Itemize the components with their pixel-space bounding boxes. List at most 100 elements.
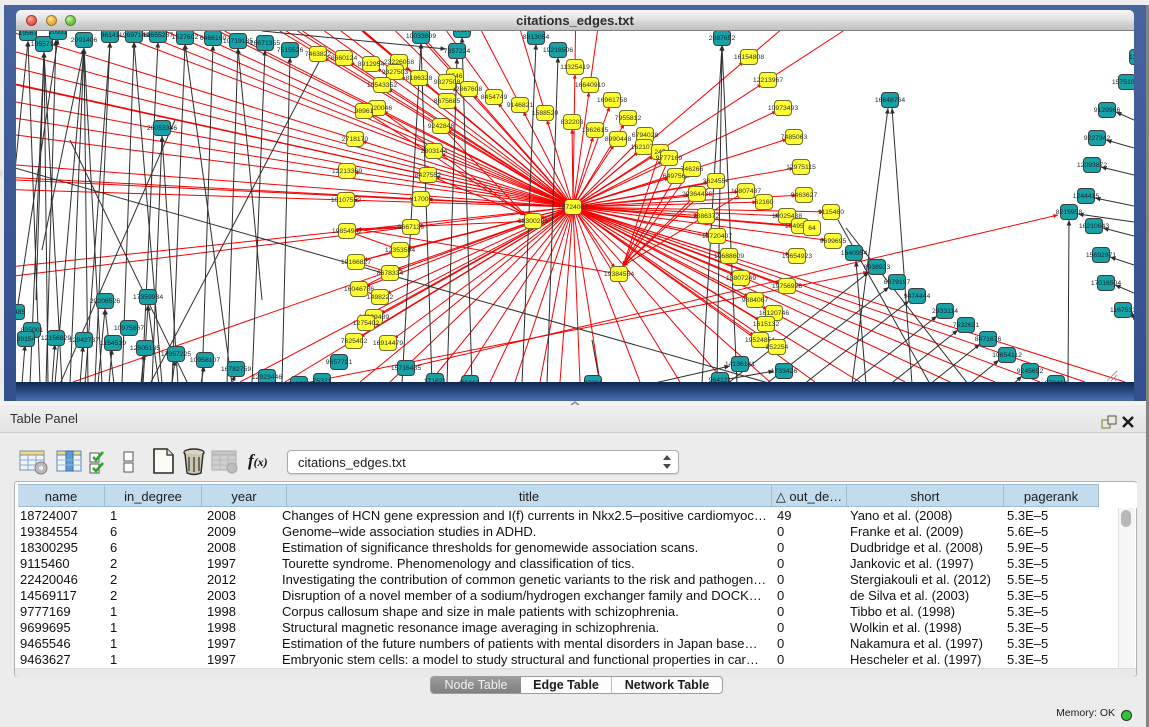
svg-text:11485: 11485: [16, 309, 25, 316]
svg-text:10688609: 10688609: [714, 253, 744, 260]
svg-text:7485063: 7485063: [781, 134, 808, 141]
svg-text:7515526: 7515526: [277, 47, 304, 54]
svg-text:9463627: 9463627: [791, 192, 818, 199]
svg-text:62160: 62160: [755, 199, 774, 206]
svg-text:1498222: 1498222: [367, 294, 394, 301]
svg-text:19854942: 19854942: [332, 228, 362, 235]
svg-text:16210643: 16210643: [1079, 223, 1109, 230]
svg-text:8938923: 8938923: [864, 264, 891, 271]
svg-text:7632621: 7632621: [953, 322, 980, 329]
svg-text:19166827: 19166827: [341, 259, 371, 266]
svg-text:8186328: 8186328: [406, 75, 433, 82]
svg-text:2087652: 2087652: [709, 35, 736, 42]
svg-text:9115460: 9115460: [818, 209, 844, 216]
svg-text:252254: 252254: [766, 344, 789, 351]
svg-text:171621: 171621: [424, 378, 447, 382]
svg-text:8678334: 8678334: [377, 270, 404, 277]
svg-text:9146821: 9146821: [507, 102, 534, 109]
svg-text:19384554: 19384554: [604, 271, 634, 278]
svg-text:1055714: 1055714: [31, 41, 58, 48]
svg-text:18807249: 18807249: [726, 275, 756, 282]
svg-text:8215958: 8215958: [1056, 209, 1083, 216]
svg-text:10654112: 10654112: [992, 352, 1022, 359]
svg-text:2933114: 2933114: [932, 308, 958, 315]
svg-text:9657791: 9657791: [326, 359, 353, 366]
svg-text:10543352: 10543352: [367, 82, 397, 89]
svg-text:7955812: 7955812: [615, 115, 642, 122]
svg-text:10033809: 10033809: [406, 33, 436, 40]
svg-text:8427552: 8427552: [415, 172, 442, 179]
svg-text:9777169: 9777169: [656, 155, 683, 162]
svg-text:96141: 96141: [101, 32, 120, 39]
svg-text:18300295: 18300295: [518, 218, 548, 225]
svg-text:832203: 832203: [561, 119, 584, 126]
svg-text:19756928: 19756928: [772, 283, 802, 290]
svg-text:10655287: 10655287: [143, 32, 173, 39]
svg-text:20931: 20931: [49, 31, 68, 36]
svg-text:12213967: 12213967: [753, 77, 783, 84]
svg-text:17016504: 17016504: [1091, 280, 1121, 287]
svg-text:9474444: 9474444: [904, 293, 931, 300]
svg-text:9242848: 9242848: [428, 123, 455, 130]
svg-text:87231: 87231: [584, 380, 603, 382]
svg-text:19567: 19567: [19, 31, 38, 37]
svg-text:18724007: 18724007: [558, 204, 588, 211]
svg-text:10807487: 10807487: [731, 188, 761, 195]
svg-text:20206526: 20206526: [90, 298, 120, 305]
svg-text:3624554: 3624554: [703, 178, 730, 185]
svg-text:9884067: 9884067: [742, 297, 769, 304]
svg-text:1588520: 1588520: [532, 110, 559, 117]
svg-text:10958107: 10958107: [190, 357, 220, 364]
svg-text:8912954: 8912954: [358, 61, 385, 68]
svg-text:20364436: 20364436: [682, 191, 712, 198]
svg-text:85113: 85113: [453, 31, 472, 34]
svg-text:10107552: 10107552: [331, 197, 361, 204]
svg-text:9327503: 9327503: [382, 69, 409, 76]
svg-text:64: 64: [808, 225, 816, 232]
svg-text:17359934: 17359934: [133, 294, 163, 301]
svg-text:8667130: 8667130: [398, 224, 425, 231]
svg-text:7886372: 7886372: [693, 213, 720, 220]
svg-text:19654923: 19654923: [782, 253, 812, 260]
svg-text:15720407: 15720407: [702, 233, 732, 240]
svg-text:16648764: 16648764: [875, 97, 905, 104]
svg-text:1527602: 1527602: [172, 34, 199, 41]
svg-text:812931: 812931: [288, 381, 311, 382]
svg-text:98961: 98961: [355, 108, 374, 115]
svg-text:15692971: 15692971: [1086, 252, 1116, 259]
svg-text:2803144: 2803144: [421, 148, 448, 155]
svg-text:8813054: 8813054: [523, 34, 550, 41]
svg-text:12975115: 12975115: [786, 164, 816, 171]
svg-text:11325419: 11325419: [560, 64, 590, 71]
svg-text:7463822: 7463822: [305, 51, 332, 58]
svg-text:7625402: 7625402: [341, 338, 368, 345]
svg-text:9327508: 9327508: [434, 79, 461, 86]
svg-text:75321: 75321: [313, 378, 332, 382]
svg-text:16154808: 16154808: [734, 54, 764, 61]
svg-text:7357224: 7357224: [444, 48, 471, 55]
svg-text:11123: 11123: [1129, 54, 1134, 61]
svg-text:9699695: 9699695: [820, 238, 847, 245]
svg-text:6794028: 6794028: [632, 132, 659, 139]
svg-text:9227342: 9227342: [1084, 135, 1111, 142]
svg-text:12942737: 12942737: [69, 337, 99, 344]
svg-text:12505135: 12505135: [130, 345, 160, 352]
svg-text:2718170: 2718170: [342, 136, 369, 143]
svg-text:6879197: 6879197: [884, 279, 911, 286]
svg-text:17957225: 17957225: [161, 351, 191, 358]
svg-text:16046786: 16046786: [344, 286, 374, 293]
svg-text:8675685: 8675685: [434, 98, 461, 105]
svg-text:8471676: 8471676: [975, 336, 1002, 343]
svg-text:1244415: 1244415: [1073, 193, 1100, 200]
svg-text:9129966: 9129966: [1094, 107, 1121, 114]
svg-text:9245652: 9245652: [1017, 368, 1044, 375]
svg-text:15716485: 15716485: [391, 365, 421, 372]
svg-text:20053346: 20053346: [147, 125, 177, 132]
svg-text:8454749: 8454749: [481, 94, 508, 101]
svg-text:1167533: 1167533: [1110, 307, 1134, 314]
svg-text:12213369: 12213369: [332, 168, 362, 175]
svg-text:16914479: 16914479: [373, 340, 403, 347]
svg-text:1733426: 1733426: [771, 368, 798, 375]
svg-text:1615132: 1615132: [753, 321, 780, 328]
svg-text:12923446: 12923446: [252, 374, 282, 381]
